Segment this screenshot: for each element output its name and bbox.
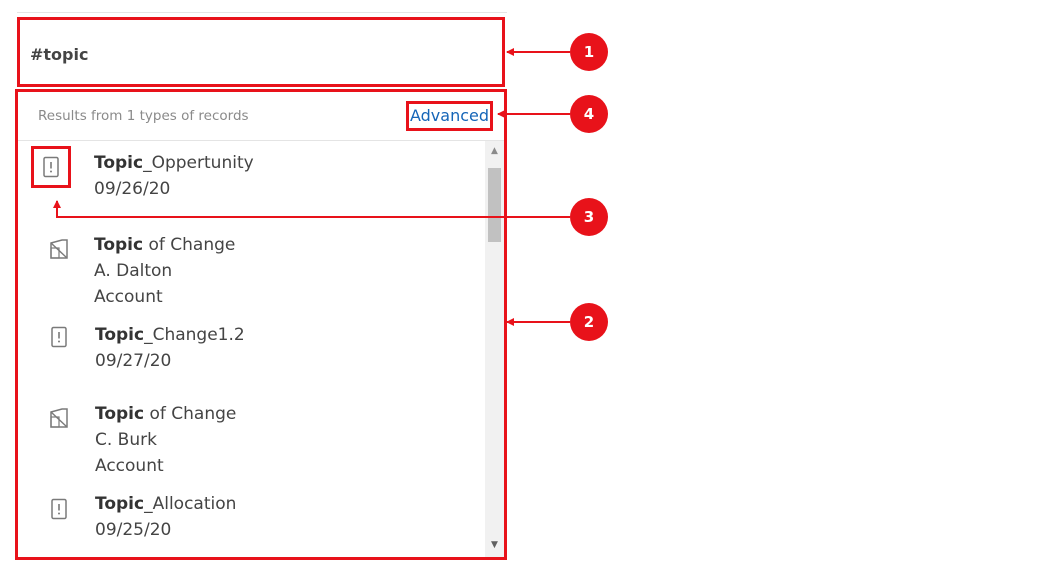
arrow-3 bbox=[53, 200, 570, 218]
callout-1: 1 bbox=[570, 33, 608, 71]
callout-arrows bbox=[53, 48, 570, 326]
callout-4: 4 bbox=[570, 95, 608, 133]
callout-2: 2 bbox=[570, 303, 608, 341]
callout-3: 3 bbox=[570, 198, 608, 236]
